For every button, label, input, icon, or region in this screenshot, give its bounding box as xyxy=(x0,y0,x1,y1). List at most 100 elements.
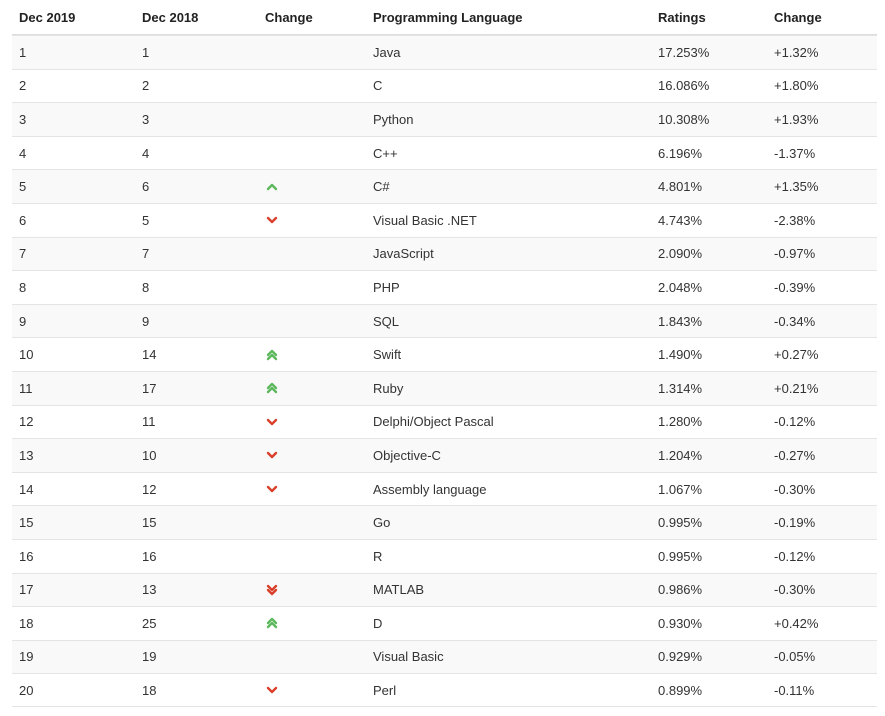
rank-dec-2019: 16 xyxy=(19,548,34,564)
rank-dec-2018: 2 xyxy=(142,78,150,94)
rating-value: 1.204% xyxy=(658,447,703,463)
trend-cell xyxy=(265,372,365,405)
trend-cell xyxy=(265,204,365,237)
table-row: 15 15 Go 0.995% -0.19% xyxy=(12,505,877,539)
rating-change: +1.80% xyxy=(774,78,819,94)
table-row: 13 10 Objective-C 1.204% -0.27% xyxy=(12,438,877,472)
rank-dec-2018: 16 xyxy=(142,548,157,564)
rating-change: +0.27% xyxy=(774,347,819,363)
trend-cell xyxy=(265,574,365,607)
trend-cell xyxy=(265,607,365,640)
table-row: 16 16 R 0.995% -0.12% xyxy=(12,538,877,573)
rating-value: 0.986% xyxy=(658,582,703,598)
rating-value: 6.196% xyxy=(658,145,703,161)
language-name: C xyxy=(373,78,383,94)
language-name: Objective-C xyxy=(373,447,441,463)
header-change[interactable]: Change xyxy=(265,0,365,34)
rank-dec-2018: 10 xyxy=(142,447,157,463)
trend-cell xyxy=(265,674,365,706)
rating-change: -0.12% xyxy=(774,548,816,564)
rank-dec-2019: 11 xyxy=(19,380,33,396)
rating-change: +1.32% xyxy=(774,44,819,60)
table-header-row: Dec 2019 Dec 2018 Change Programming Lan… xyxy=(12,0,877,35)
rating-value: 2.090% xyxy=(658,246,703,262)
rating-change: -0.27% xyxy=(774,447,816,463)
rank-dec-2019: 20 xyxy=(19,682,34,698)
language-name: C++ xyxy=(373,145,398,161)
rank-dec-2018: 15 xyxy=(142,515,157,531)
language-name: Visual Basic .NET xyxy=(373,212,477,228)
language-name: Go xyxy=(373,515,391,531)
table-row: 12 11 Delphi/Object Pascal 1.280% -0.12% xyxy=(12,404,877,439)
language-name: JavaScript xyxy=(373,246,434,262)
table-row: 18 25 D 0.930% +0.42% xyxy=(12,606,877,640)
table-row: 7 7 JavaScript 2.090% -0.97% xyxy=(12,236,877,271)
trend-cell xyxy=(265,170,365,203)
chevron-down-icon xyxy=(266,485,278,493)
rating-change: +0.21% xyxy=(774,380,819,396)
table-row: 10 14 Swift 1.490% +0.27% xyxy=(12,337,877,371)
language-name: PHP xyxy=(373,279,400,295)
trend-cell xyxy=(265,271,365,304)
rating-value: 10.308% xyxy=(658,111,710,127)
language-name: D xyxy=(373,615,383,631)
rating-value: 0.899% xyxy=(658,682,703,698)
rank-dec-2018: 4 xyxy=(142,145,150,161)
table-row: 5 6 C# 4.801% +1.35% xyxy=(12,169,877,203)
table-row: 20 18 Perl 0.899% -0.11% xyxy=(12,673,877,707)
rating-value: 2.048% xyxy=(658,279,703,295)
trend-cell xyxy=(265,70,365,103)
rank-dec-2018: 8 xyxy=(142,279,150,295)
language-name: R xyxy=(373,548,383,564)
rating-value: 4.801% xyxy=(658,179,703,195)
header-ratings[interactable]: Ratings xyxy=(658,0,768,34)
trend-cell xyxy=(265,305,365,338)
header-programming-language[interactable]: Programming Language xyxy=(373,0,653,34)
rating-change: -1.37% xyxy=(774,145,816,161)
trend-cell xyxy=(265,36,365,69)
table-row: 14 12 Assembly language 1.067% -0.30% xyxy=(12,471,877,506)
table-row: 8 8 PHP 2.048% -0.39% xyxy=(12,270,877,304)
chevron-down-icon xyxy=(266,686,278,694)
rank-dec-2018: 1 xyxy=(142,44,150,60)
rating-value: 0.995% xyxy=(658,515,703,531)
language-name: Assembly language xyxy=(373,481,487,497)
chevron-up-icon xyxy=(266,183,278,190)
double-chevron-down-icon xyxy=(266,584,278,595)
rating-change: -0.11% xyxy=(774,682,815,698)
trend-cell xyxy=(265,473,365,506)
table-body: 1 1 Java 17.253% +1.32% 2 2 C 16.086% +1.80% 3 3 Pyt… xyxy=(12,35,877,707)
rank-dec-2018: 25 xyxy=(142,615,157,631)
double-chevron-up-icon xyxy=(266,383,278,394)
language-name: MATLAB xyxy=(373,582,425,598)
rating-value: 17.253% xyxy=(658,44,710,60)
rank-dec-2019: 2 xyxy=(19,78,27,94)
trend-cell xyxy=(265,406,365,439)
rank-dec-2018: 19 xyxy=(142,649,157,665)
rating-change: +1.35% xyxy=(774,179,819,195)
header-dec-2019[interactable]: Dec 2019 xyxy=(19,0,139,34)
rating-value: 16.086% xyxy=(658,78,710,94)
rating-change: -0.30% xyxy=(774,481,816,497)
rank-dec-2018: 18 xyxy=(142,682,157,698)
chevron-down-icon xyxy=(266,217,278,224)
rating-value: 1.314% xyxy=(658,380,703,396)
table-row: 3 3 Python 10.308% +1.93% xyxy=(12,102,877,136)
rating-value: 1.843% xyxy=(658,313,703,329)
rank-dec-2018: 17 xyxy=(142,380,157,396)
rank-dec-2018: 3 xyxy=(142,111,150,127)
table-row: 11 17 Ruby 1.314% +0.21% xyxy=(12,370,877,405)
header-rating-change[interactable]: Change xyxy=(774,0,874,34)
chevron-down-icon xyxy=(266,418,278,426)
table-row: 2 2 C 16.086% +1.80% xyxy=(12,68,877,103)
rank-dec-2019: 8 xyxy=(19,279,27,295)
table-row: 9 9 SQL 1.843% -0.34% xyxy=(12,303,877,338)
trend-cell xyxy=(265,439,365,472)
rating-value: 0.995% xyxy=(658,548,703,564)
rating-value: 1.280% xyxy=(658,414,703,430)
rank-dec-2019: 1 xyxy=(19,44,27,60)
ranking-table: Dec 2019 Dec 2018 Change Programming Lan… xyxy=(12,0,877,707)
language-name: Python xyxy=(373,111,414,127)
header-dec-2018[interactable]: Dec 2018 xyxy=(142,0,262,34)
rank-dec-2019: 17 xyxy=(19,582,34,598)
